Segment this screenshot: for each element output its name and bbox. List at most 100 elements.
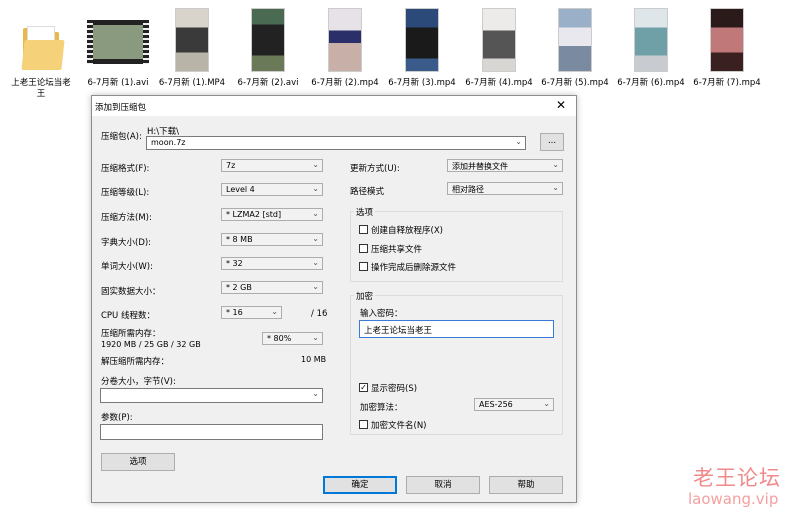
mem-percent-value: * 80% — [267, 334, 292, 343]
watermark-logo-text: 老王论坛 — [693, 466, 781, 490]
update-label: 更新方式(U): — [350, 164, 400, 174]
file-name: 6-7月新 (2).mp4 — [311, 78, 379, 88]
show-password-label: 显示密码(S) — [371, 384, 418, 394]
format-select[interactable]: 7z ⌄ — [221, 159, 323, 172]
mem-label: 压缩所需内存： — [101, 329, 161, 339]
level-select[interactable]: Level 4 ⌄ — [221, 183, 323, 196]
video-thumbnail — [87, 20, 149, 64]
chevron-down-icon: ⌄ — [552, 183, 559, 192]
solid-select[interactable]: * 2 GB ⌄ — [221, 281, 323, 294]
dict-select[interactable]: * 8 MB ⌄ — [221, 233, 323, 246]
word-value: * 32 — [226, 259, 243, 268]
chevron-down-icon: ⌄ — [312, 209, 319, 218]
split-size-combo[interactable]: ⌄ — [100, 388, 323, 403]
params-label: 参数(P): — [101, 413, 133, 423]
encrypt-names-checkbox[interactable] — [359, 420, 368, 429]
decomp-value: 10 MB — [301, 355, 327, 364]
chevron-down-icon: ⌄ — [552, 160, 559, 169]
chevron-down-icon: ⌄ — [312, 160, 319, 169]
cpu-select[interactable]: * 16 ⌄ — [221, 306, 282, 319]
split-label: 分卷大小，字节(V): — [101, 377, 176, 387]
close-icon[interactable]: ✕ — [556, 98, 566, 112]
delete-after-checkbox[interactable] — [359, 262, 368, 271]
video-thumbnail — [710, 8, 744, 72]
method-label: 压缩方法(M): — [101, 213, 152, 223]
password-input[interactable]: 上老王论坛当老王 — [359, 320, 554, 338]
enc-method-value: AES-256 — [479, 400, 513, 409]
add-to-archive-dialog: 添加到压缩包 ✕ 压缩包(A): H:\下载\ moon.7z ⌄ ... 压缩… — [91, 95, 577, 503]
enc-method-select[interactable]: AES-256 ⌄ — [474, 398, 554, 411]
sfx-checkbox[interactable] — [359, 225, 368, 234]
method-select[interactable]: * LZMA2 [std] ⌄ — [221, 208, 323, 221]
archive-name-value: moon.7z — [151, 138, 186, 147]
chevron-down-icon: ⌄ — [312, 333, 319, 342]
file-item[interactable]: 6-7月新 (1).MP4 — [151, 8, 233, 89]
file-item[interactable]: 6-7月新 (4).mp4 — [458, 8, 540, 89]
encrypt-names-label: 加密文件名(N) — [371, 421, 427, 431]
dict-label: 字典大小(D): — [101, 238, 152, 248]
video-thumbnail — [328, 8, 362, 72]
chevron-down-icon: ⌄ — [312, 258, 319, 267]
mem-percent-select[interactable]: * 80% ⌄ — [262, 332, 323, 345]
solid-label: 固实数据大小： — [101, 287, 161, 297]
file-item[interactable]: 6-7月新 (2).mp4 — [304, 8, 386, 89]
decomp-label: 解压缩所需内存： — [101, 357, 170, 367]
file-name: 6-7月新 (6).mp4 — [617, 78, 685, 88]
options-button[interactable]: 选项 — [101, 453, 175, 471]
shared-files-checkbox[interactable] — [359, 244, 368, 253]
file-item[interactable]: 6-7月新 (3).mp4 — [381, 8, 463, 89]
options-group-label: 选项 — [354, 206, 376, 218]
folder-icon — [21, 26, 65, 70]
word-select[interactable]: * 32 ⌄ — [221, 257, 323, 270]
file-name: 6-7月新 (4).mp4 — [465, 78, 533, 88]
path-mode-value: 相对路径 — [452, 185, 484, 194]
delete-after-label: 操作完成后删除源文件 — [371, 263, 457, 273]
level-value: Level 4 — [226, 185, 255, 194]
format-value: 7z — [226, 161, 236, 170]
help-button[interactable]: 帮助 — [489, 476, 563, 494]
file-name: 6-7月新 (5).mp4 — [541, 78, 609, 88]
file-item[interactable]: 6-7月新 (7).mp4 — [686, 8, 768, 89]
shared-files-label: 压缩共享文件 — [371, 245, 423, 255]
cancel-button[interactable]: 取消 — [406, 476, 480, 494]
chevron-down-icon: ⌄ — [543, 399, 550, 408]
path-mode-select[interactable]: 相对路径 ⌄ — [447, 182, 563, 195]
chevron-down-icon: ⌄ — [271, 307, 278, 316]
chevron-down-icon: ⌄ — [312, 389, 319, 398]
password-label: 输入密码： — [360, 309, 403, 319]
solid-value: * 2 GB — [226, 283, 252, 292]
ok-button[interactable]: 确定 — [323, 476, 397, 494]
browse-button[interactable]: ... — [540, 133, 564, 151]
file-item[interactable]: 6-7月新 (2).avi — [227, 8, 309, 89]
file-name: 6-7月新 (2).avi — [237, 78, 299, 88]
cpu-value: * 16 — [226, 308, 243, 317]
video-thumbnail — [175, 8, 209, 72]
method-value: * LZMA2 [std] — [226, 210, 282, 219]
video-thumbnail — [634, 8, 668, 72]
file-item[interactable]: 6-7月新 (6).mp4 — [610, 8, 692, 89]
file-name: 上老王论坛当老 — [11, 78, 71, 88]
archive-label: 压缩包(A): — [101, 132, 142, 142]
format-label: 压缩格式(F): — [101, 164, 150, 174]
archive-name-combo[interactable]: moon.7z ⌄ — [146, 136, 526, 150]
path-mode-label: 路径模式 — [350, 187, 385, 197]
video-thumbnail — [558, 8, 592, 72]
chevron-down-icon: ⌄ — [312, 184, 319, 193]
mem-value: 1920 MB / 25 GB / 32 GB — [101, 340, 201, 349]
file-item[interactable]: 6-7月新 (5).mp4 — [534, 8, 616, 89]
file-name: 6-7月新 (1).MP4 — [158, 78, 226, 88]
level-label: 压缩等级(L): — [101, 188, 150, 198]
file-item[interactable]: 6-7月新 (1).avi — [77, 8, 159, 89]
enc-method-label: 加密算法： — [360, 403, 403, 413]
cpu-total: / 16 — [311, 309, 328, 319]
file-name: 6-7月新 (1).avi — [87, 78, 149, 88]
encryption-group-label: 加密 — [354, 290, 376, 302]
chevron-down-icon: ⌄ — [312, 234, 319, 243]
password-value: 上老王论坛当老王 — [364, 326, 433, 336]
update-mode-select[interactable]: 添加并替换文件 ⌄ — [447, 159, 563, 172]
show-password-checkbox[interactable]: ✓ — [359, 383, 368, 392]
video-thumbnail — [251, 8, 285, 72]
file-item-folder[interactable]: 上老王论坛当老 王 — [0, 8, 82, 100]
dialog-title: 添加到压缩包 — [95, 103, 147, 113]
params-input[interactable] — [100, 424, 323, 440]
